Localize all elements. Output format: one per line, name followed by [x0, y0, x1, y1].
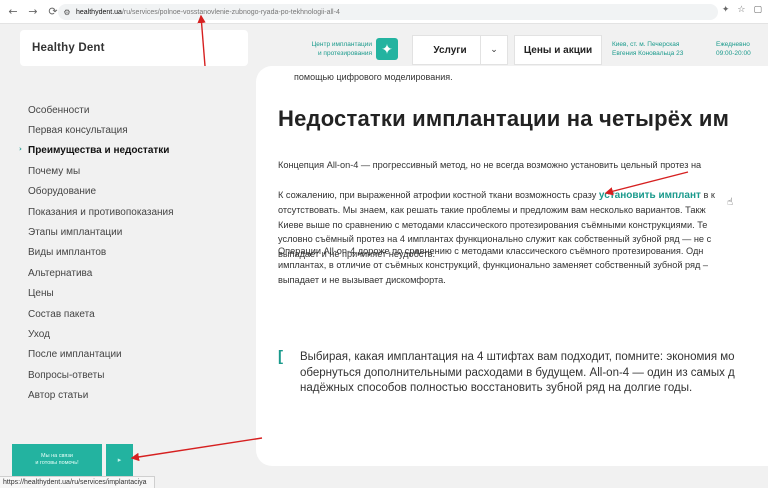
toc-item-label: Почему мы — [28, 165, 81, 177]
site-info-icon[interactable]: ⚙ — [62, 7, 72, 17]
extensions-icon[interactable]: ▢ — [753, 5, 762, 15]
paragraph-text: К сожалению, при выраженной атрофии кост… — [278, 190, 599, 200]
paragraph-line: отсутствовать. Мы знаем, как решать таки… — [278, 205, 706, 216]
toc-item[interactable]: Особенности — [28, 100, 248, 120]
toc-item-label: Цены — [28, 288, 54, 300]
toc-item[interactable]: Виды имплантов — [28, 243, 248, 263]
paragraph-cost: Операции All-on-4 дороже по сравнению с … — [278, 244, 708, 287]
toc-item[interactable]: После имплантации — [28, 345, 248, 365]
toc-item-label: Уход — [28, 328, 50, 340]
install-implant-link[interactable]: установить имплант — [599, 190, 701, 201]
toc-item-label: Первая консультация — [28, 125, 128, 137]
active-marker-icon: › — [19, 144, 22, 153]
url-path: /ru/services/polnoe-vosstanovlenie-zubno… — [121, 8, 340, 16]
toc-item[interactable]: Вопросы-ответы — [28, 365, 248, 385]
article-toc: Особенности Первая консультация › Преимущ… — [19, 100, 248, 406]
translate-icon[interactable]: ✦ — [722, 5, 730, 15]
toc-item[interactable]: Альтернатива — [28, 263, 248, 283]
bookmark-star-icon[interactable]: ☆ — [737, 5, 745, 15]
clinic-address[interactable]: Киев, ст. м. Печерская Евгения Коновальц… — [612, 40, 704, 58]
toc-item-label: Автор статьи — [28, 390, 89, 402]
toc-item-label: Альтернатива — [28, 267, 93, 279]
back-icon[interactable]: ← — [6, 5, 20, 19]
toc-item-label: Этапы имплантации — [28, 227, 123, 239]
quote-bracket-icon: [ — [278, 348, 283, 365]
toc-item-active[interactable]: › Преимущества и недостатки — [19, 141, 248, 161]
link-status-bar: https://healthydent.ua/ru/services/impla… — [0, 476, 155, 488]
address-line: Евгения Коновальца 23 — [612, 50, 684, 57]
toc-item[interactable]: Оборудование — [28, 182, 248, 202]
paragraph-text: в к — [700, 190, 715, 200]
hours-line: Ежедневно — [716, 41, 750, 48]
paragraph-line: Операции All-on-4 дороже по сравнению с … — [278, 246, 704, 256]
toc-item-label: Оборудование — [28, 186, 97, 198]
toc-item[interactable]: Состав пакета — [28, 304, 248, 324]
clinic-tagline-line: и протезирования — [318, 50, 372, 57]
toc-item[interactable]: Почему мы — [28, 161, 248, 181]
paragraph-line: выпадает и не вызывает дискомфорта. — [278, 274, 446, 285]
paragraph-line: имплантах, в отличие от съёмных конструк… — [278, 260, 709, 271]
toc-item-label: Вопросы-ответы — [28, 369, 105, 381]
toc-item-label: Показания и противопоказания — [28, 206, 174, 218]
address-bar[interactable]: ⚙ healthydent.ua/ru/services/polnoe-voss… — [58, 4, 718, 20]
address-url[interactable]: healthydent.ua/ru/services/polnoe-vossta… — [76, 9, 340, 16]
clinic-tagline: Центр имплантации и протезирования — [264, 40, 372, 58]
site-logo[interactable]: Healthy Dent — [32, 42, 105, 54]
browser-toolbar: ← → ⟳ ⚙ healthydent.ua/ru/services/polno… — [0, 0, 768, 24]
article-content: помощью цифрового моделирования. Недоста… — [256, 66, 768, 466]
toc-item-label: Состав пакета — [28, 308, 95, 320]
services-menu-button[interactable]: Услуги — [412, 35, 488, 65]
toc-item[interactable]: Первая консультация — [28, 120, 248, 140]
contact-widget-line: и готовы помочь! — [35, 460, 79, 466]
forward-icon[interactable]: → — [26, 5, 40, 19]
toc-item[interactable]: Показания и противопоказания — [28, 202, 248, 222]
quote-text: Выбирая, какая имплантация на 4 штифтах … — [300, 350, 735, 397]
toc-item[interactable]: Этапы имплантации — [28, 222, 248, 242]
url-host: healthydent.ua — [76, 8, 122, 16]
toc-item-label: Особенности — [28, 104, 90, 116]
paragraph-line: Киеве выше по сравнению с методами класс… — [278, 219, 708, 230]
toc-item[interactable]: Цены — [28, 284, 248, 304]
site-header: Центр имплантации и протезирования ✦ Усл… — [256, 26, 768, 74]
toc-item-label: Преимущества и недостатки — [28, 145, 170, 157]
star-logo-icon[interactable]: ✦ — [376, 38, 398, 60]
address-line: Киев, ст. м. Печерская — [612, 41, 680, 48]
working-hours: Ежедневно 09:00-20:00 — [716, 40, 768, 58]
annotation-arrow-status — [130, 437, 263, 462]
clinic-tagline-line: Центр имплантации — [311, 41, 372, 48]
paragraph-intro: Концепция All-on-4 — прогрессивный метод… — [278, 160, 702, 170]
contact-expand-button[interactable]: ▸ — [106, 444, 133, 476]
quote-line: надёжных способов полностью восстановить… — [300, 382, 693, 394]
prices-button[interactable]: Цены и акции — [514, 35, 602, 65]
quote-line: обернуться дополнительными расходами в б… — [300, 366, 735, 379]
toc-item-label: После имплантации — [28, 349, 122, 361]
contact-widget[interactable]: Мы на связи и готовы помочь! — [12, 444, 102, 476]
quote-line: Выбирая, какая имплантация на 4 штифтах … — [300, 351, 735, 363]
toc-item-label: Виды имплантов — [28, 247, 107, 259]
logo-card[interactable]: Healthy Dent — [20, 30, 248, 66]
toc-item[interactable]: Уход — [28, 324, 248, 344]
browser-actions: ✦ ☆ ▢ — [722, 5, 762, 15]
hours-line: 09:00-20:00 — [716, 50, 751, 57]
hand-cursor-icon: ☝ — [727, 197, 734, 208]
chevron-down-icon[interactable]: ⌄ — [480, 35, 508, 65]
toc-item[interactable]: Автор статьи — [28, 385, 248, 405]
contact-widget-line: Мы на связи — [41, 453, 73, 459]
section-heading: Недостатки имплантации на четырёх им — [278, 106, 730, 131]
